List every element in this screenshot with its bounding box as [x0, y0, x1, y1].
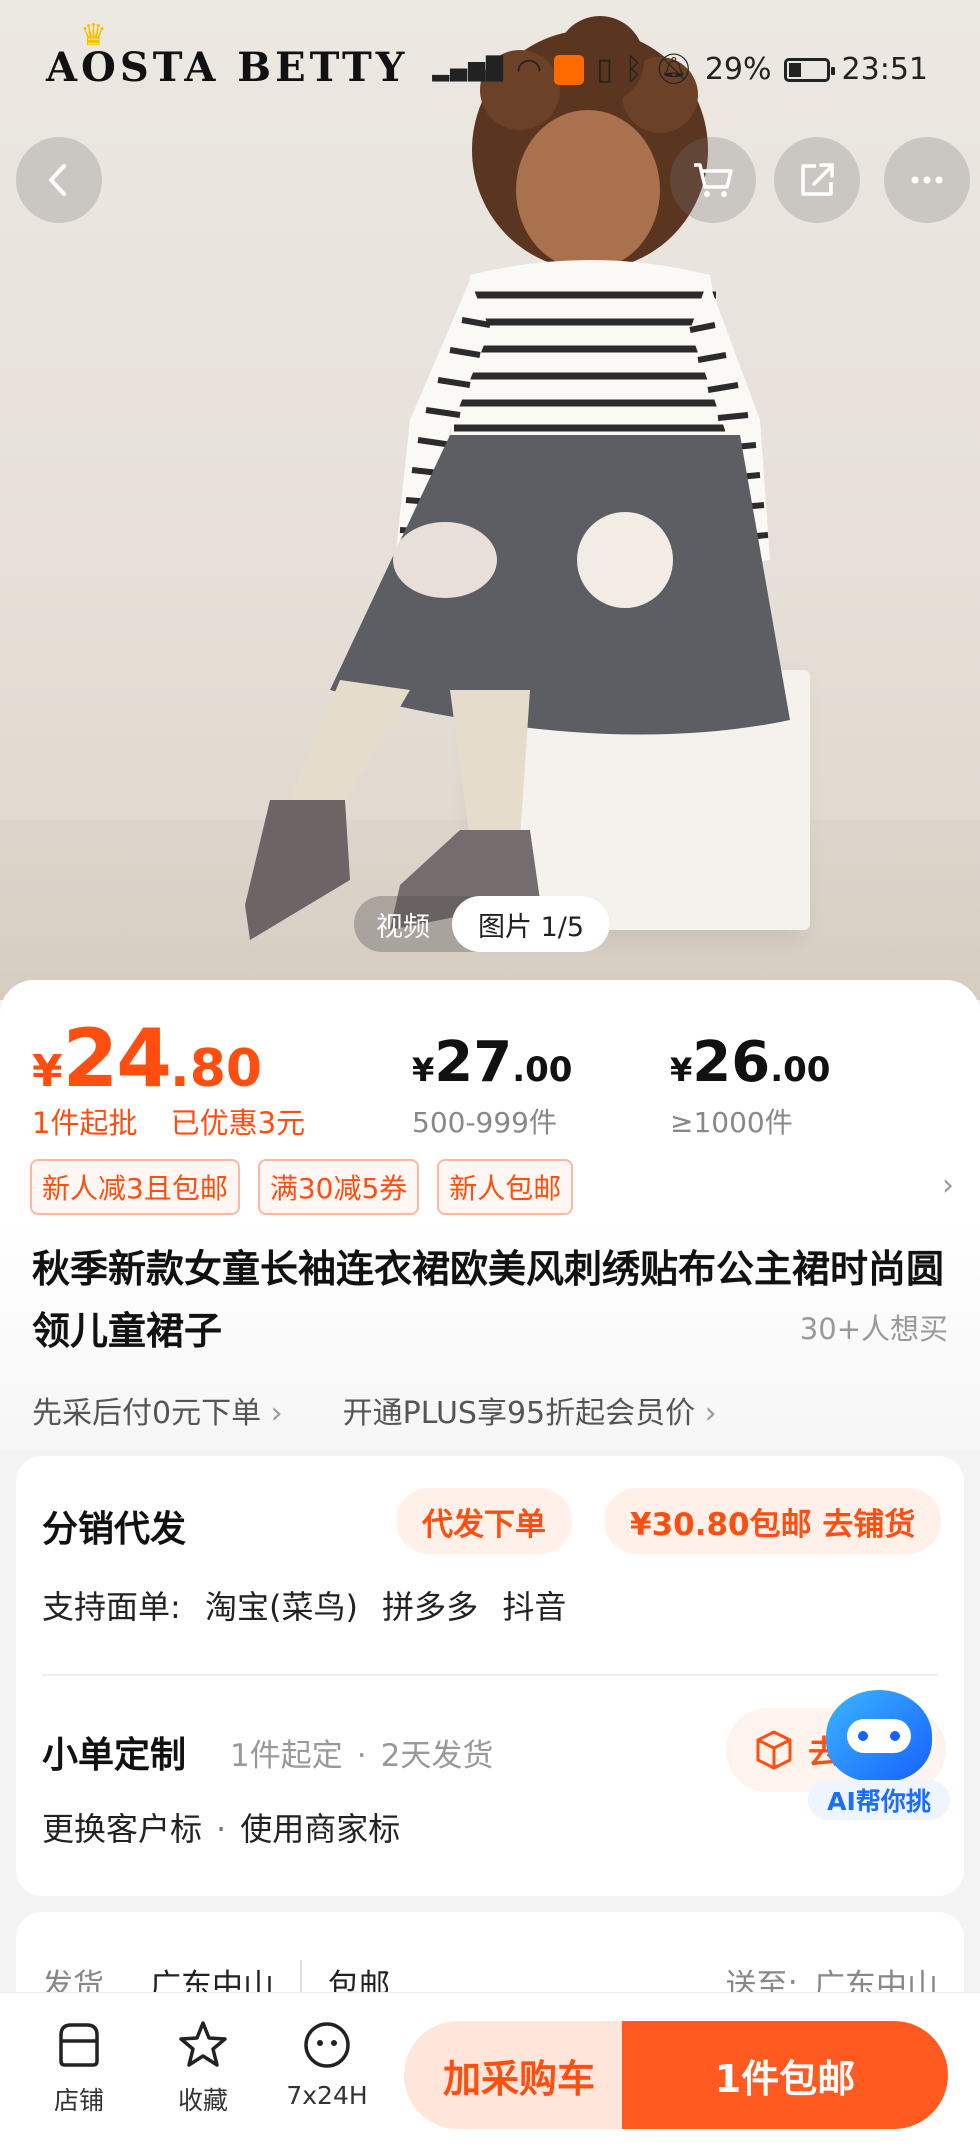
custom-option: 更换客户标	[42, 1810, 203, 1848]
discount-note: 已优惠3元	[170, 1106, 306, 1140]
tier-currency: ¥	[670, 1051, 693, 1089]
tier-integer: 26	[692, 1030, 771, 1095]
tier-currency: ¥	[412, 1051, 435, 1089]
shop-button[interactable]: 店铺	[24, 2017, 134, 2117]
service-face-icon	[304, 2022, 350, 2068]
stock-listing-button[interactable]: ¥30.80包邮 去铺货	[604, 1488, 942, 1554]
coupon-tag[interactable]: 满30减5券	[257, 1159, 420, 1215]
price-tier: ¥ 26 .00 ≥1000件	[670, 1030, 830, 1141]
platform-item: 拼多多	[382, 1588, 479, 1626]
back-arrow-icon	[49, 164, 66, 196]
price-note: 1件起批 已优惠3元	[32, 1100, 305, 1142]
clock: 23:51	[841, 52, 928, 87]
platform-item: 抖音	[502, 1588, 567, 1626]
main-price-decimal: .80	[169, 1039, 263, 1099]
more-button[interactable]	[884, 137, 970, 223]
platform-item: 淘宝(菜鸟)	[204, 1588, 358, 1626]
shop-label: 店铺	[53, 2086, 104, 2115]
ai-assistant-button[interactable]: AI帮你挑	[808, 1690, 958, 1826]
custom-meta-item: 2天发货	[343, 1738, 494, 1774]
bottom-action-bar: 店铺 收藏 7x24H 加采购车 1件包邮	[0, 1992, 980, 2156]
battery-icon	[783, 57, 835, 82]
shop-icon	[59, 2023, 99, 2067]
media-toggle: 视频 图片 1/5	[354, 896, 611, 952]
tab-images[interactable]: 图片 1/5	[452, 896, 611, 952]
pay-later-link[interactable]: 先采后付0元下单	[32, 1388, 283, 1432]
custom-order-title: 小单定制	[42, 1735, 187, 1776]
dropship-order-button[interactable]: 代发下单	[396, 1488, 572, 1554]
divider	[42, 1674, 938, 1676]
tier-quantity: 500-999件	[412, 1106, 557, 1139]
custom-order-options: 更换客户标使用商家标	[42, 1804, 400, 1850]
main-price-integer: 24	[62, 1012, 172, 1105]
more-dots-icon	[911, 176, 943, 184]
plus-membership-link[interactable]: 开通PLUS享95折起会员价	[343, 1388, 717, 1432]
promo-links: 先采后付0元下单 开通PLUS享95折起会员价	[32, 1388, 717, 1432]
star-icon	[179, 2021, 227, 2067]
service-label: 7x24H	[286, 2081, 368, 2110]
favorite-button[interactable]: 收藏	[148, 2017, 258, 2117]
want-count: 30+人想买	[799, 1312, 948, 1346]
product-image-gallery[interactable]: ♛ AOSTA BETTY ▂▄▆█ ◠ ▯ ᛒ 🔕︎ 29% 23:51 视频…	[0, 0, 980, 1000]
support-label: 支持面单:	[42, 1588, 181, 1626]
brand-logo: AOSTA BETTY	[46, 44, 409, 91]
favorite-label: 收藏	[177, 2086, 228, 2115]
battery-percent: 29%	[704, 52, 772, 87]
bluetooth-icon: ᛒ	[624, 52, 643, 87]
ai-robot-icon	[826, 1690, 932, 1782]
distribution-title: 分销代发	[42, 1509, 187, 1550]
wifi-icon: ◠	[516, 52, 543, 87]
cart-button[interactable]	[670, 137, 756, 223]
distribution-card: 分销代发 代发下单 ¥30.80包邮 去铺货 支持面单: 淘宝(菜鸟) 拼多多 …	[16, 1456, 964, 1896]
app-notification-icon	[554, 54, 585, 85]
back-button[interactable]	[16, 137, 102, 223]
box-icon	[756, 1730, 792, 1770]
mute-icon: 🔕︎	[654, 52, 693, 87]
custom-option: 使用商家标	[202, 1810, 400, 1848]
custom-order-meta: 1件起定2天发货	[230, 1730, 493, 1775]
tab-video[interactable]: 视频	[354, 896, 452, 952]
coupon-tag[interactable]: 新人减3且包邮	[30, 1159, 240, 1215]
main-price-currency: ¥	[32, 1046, 63, 1097]
share-button[interactable]	[774, 137, 860, 223]
tier-decimal: .00	[512, 1050, 573, 1090]
custom-meta-item: 1件起定	[230, 1738, 343, 1774]
status-bar: ▂▄▆█ ◠ ▯ ᛒ 🔕︎ 29% 23:51	[432, 52, 928, 87]
customer-service-button[interactable]: 7x24H	[272, 2017, 382, 2110]
chevron-right-icon[interactable]: ›	[942, 1168, 954, 1203]
supported-waybills: 支持面单: 淘宝(菜鸟) 拼多多 抖音	[42, 1582, 566, 1628]
tier-integer: 27	[434, 1030, 513, 1095]
add-to-cart-button[interactable]: 加采购车	[404, 2021, 634, 2129]
main-price: ¥ 24 .80	[32, 1012, 262, 1105]
share-icon	[801, 163, 834, 196]
price-tier: ¥ 27 .00 500-999件	[412, 1030, 572, 1141]
tier-quantity: ≥1000件	[670, 1106, 793, 1139]
tier-decimal: .00	[770, 1050, 831, 1090]
cart-icon	[694, 163, 733, 197]
coupon-tag[interactable]: 新人包邮	[437, 1159, 574, 1215]
signal-icon: ▂▄▆█	[432, 57, 505, 82]
min-order: 1件起批	[32, 1106, 138, 1140]
coupon-list[interactable]: 新人减3且包邮 满30减5券 新人包邮	[30, 1159, 574, 1215]
ai-assistant-label: AI帮你挑	[808, 1780, 950, 1820]
buy-now-button[interactable]: 1件包邮	[622, 2021, 948, 2129]
nfc-icon: ▯	[596, 52, 613, 87]
